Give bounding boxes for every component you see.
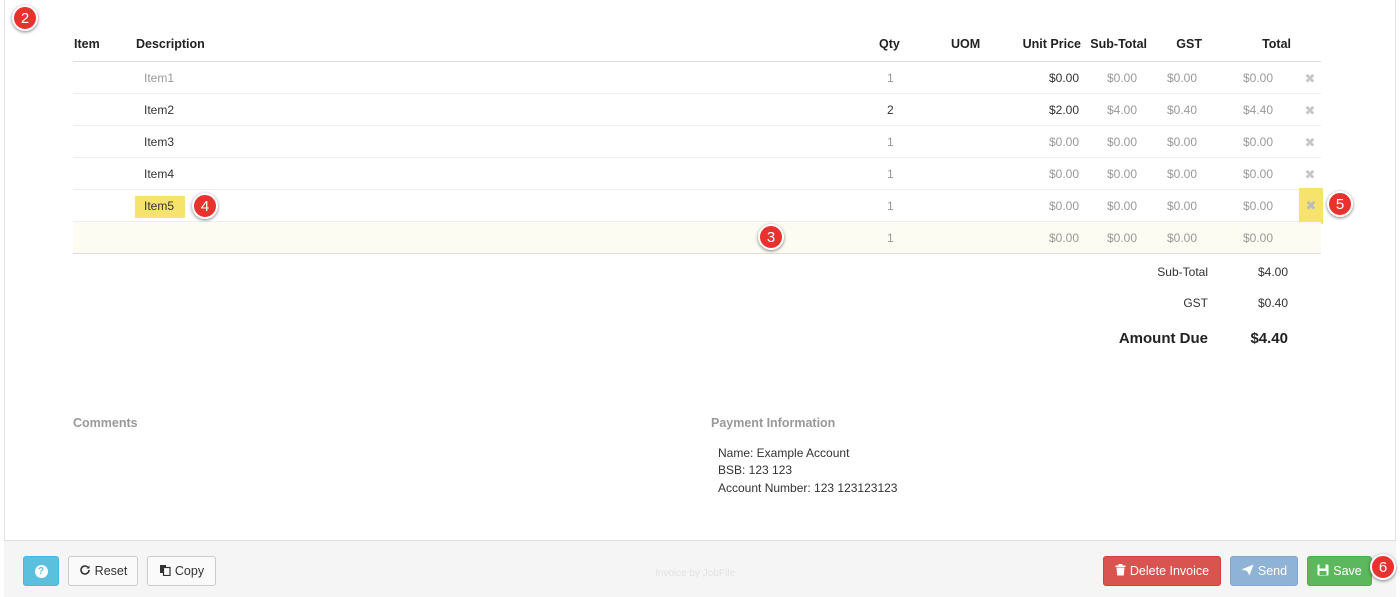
gst-value: $0.00 xyxy=(1166,167,1197,181)
column-header-uom: UOM xyxy=(951,37,981,51)
column-header-sub-total: Sub-Total xyxy=(1090,37,1147,51)
unit-price-field[interactable]: $2.00 xyxy=(1049,103,1079,117)
callout-5: 5 xyxy=(1327,191,1353,217)
description-field[interactable]: Item3 xyxy=(144,135,174,149)
total-value: $0.00 xyxy=(1242,167,1273,181)
copy-label: Copy xyxy=(174,564,205,578)
save-icon xyxy=(1317,564,1329,578)
sub-total-value: $0.00 xyxy=(1106,231,1137,245)
callout-4: 4 xyxy=(192,193,218,219)
gst-amount: $0.40 xyxy=(1257,296,1288,310)
copy-button[interactable]: Copy xyxy=(147,556,216,586)
refresh-icon xyxy=(79,564,91,578)
help-icon: ? xyxy=(34,564,48,578)
totals-amount-due: Amount Due $4.40 xyxy=(1050,320,1300,360)
qty-field[interactable]: 1 xyxy=(887,231,894,245)
callout-2: 2 xyxy=(12,5,38,31)
description-field[interactable]: Item1 xyxy=(144,71,174,85)
unit-price-field[interactable]: $0.00 xyxy=(1049,135,1079,149)
gst-value: $0.40 xyxy=(1166,103,1197,117)
column-header-qty: Qty xyxy=(879,37,900,51)
new-line-row[interactable]: 3 1 $0.00 $0.00 $0.00 $0.00 xyxy=(73,222,1321,254)
gst-value: $0.00 xyxy=(1166,231,1197,245)
callout-3: 3 xyxy=(758,224,784,250)
sub-total-value: $0.00 xyxy=(1106,135,1137,149)
column-header-gst: GST xyxy=(1176,37,1202,51)
copy-icon xyxy=(159,564,171,578)
totals-block: Sub-Total $4.00 GST $0.40 Amount Due $4.… xyxy=(1050,258,1300,360)
payment-heading: Payment Information xyxy=(711,416,836,430)
delete-invoice-button[interactable]: Delete Invoice xyxy=(1103,556,1221,586)
payment-bsb: BSB: 123 123 xyxy=(718,463,793,477)
help-button[interactable]: ? xyxy=(23,556,59,586)
totals-gst: GST $0.40 xyxy=(1050,289,1300,320)
table-header: Item Description Qty UOM Unit Price Sub-… xyxy=(73,28,1321,62)
qty-field[interactable]: 1 xyxy=(887,199,894,213)
send-label: Send xyxy=(1257,564,1288,578)
description-field-highlighted[interactable]: Item5 xyxy=(135,196,185,218)
table-row[interactable]: Item1 1 $0.00 $0.00 $0.00 $0.00 ✖ xyxy=(73,62,1321,94)
total-value: $4.40 xyxy=(1242,103,1273,117)
sub-total-value: $4.00 xyxy=(1106,103,1137,117)
send-button[interactable]: Send xyxy=(1230,556,1298,586)
total-value: $0.00 xyxy=(1242,199,1273,213)
gst-value: $0.00 xyxy=(1166,135,1197,149)
callout-6: 6 xyxy=(1370,554,1396,580)
description-field[interactable]: Item2 xyxy=(144,103,174,117)
description-field[interactable]: Item4 xyxy=(144,167,174,181)
column-header-description: Description xyxy=(136,37,205,51)
table-row[interactable]: Item2 2 $2.00 $4.00 $0.40 $4.40 ✖ xyxy=(73,94,1321,126)
table-row[interactable]: Item4 1 $0.00 $0.00 $0.00 $0.00 ✖ xyxy=(73,158,1321,190)
unit-price-field[interactable]: $0.00 xyxy=(1049,199,1079,213)
qty-field[interactable]: 1 xyxy=(887,71,894,85)
unit-price-field[interactable]: $0.00 xyxy=(1049,167,1079,181)
gst-label: GST xyxy=(1183,296,1208,310)
trash-icon xyxy=(1115,564,1126,578)
qty-field[interactable]: 1 xyxy=(887,167,894,181)
delete-invoice-label: Delete Invoice xyxy=(1129,564,1210,578)
total-value: $0.00 xyxy=(1242,135,1273,149)
column-header-item: Item xyxy=(74,37,100,51)
save-button[interactable]: Save xyxy=(1307,556,1372,586)
payment-name: Name: Example Account xyxy=(718,446,850,460)
payment-account-number: Account Number: 123 123123123 xyxy=(718,481,898,495)
totals-sub-total: Sub-Total $4.00 xyxy=(1050,258,1300,289)
sub-total-value: $0.00 xyxy=(1106,167,1137,181)
column-header-unit-price: Unit Price xyxy=(1022,37,1081,51)
remove-icon[interactable]: ✖ xyxy=(1302,135,1318,151)
sub-total-value: $0.00 xyxy=(1106,199,1137,213)
footer-credit: Invoice by JobFile xyxy=(655,568,736,579)
qty-field[interactable]: 1 xyxy=(887,135,894,149)
table-row[interactable]: Item3 1 $0.00 $0.00 $0.00 $0.00 ✖ xyxy=(73,126,1321,158)
remove-icon[interactable]: ✖ xyxy=(1302,103,1318,119)
line-items-table: Item Description Qty UOM Unit Price Sub-… xyxy=(73,28,1353,254)
sub-total-label: Sub-Total xyxy=(1157,265,1208,279)
footer-toolbar: ? Reset Copy Invoice by JobFile Delete I… xyxy=(4,540,1396,597)
remove-icon[interactable]: ✖ xyxy=(1302,71,1318,87)
sub-total-value: $0.00 xyxy=(1106,71,1137,85)
remove-icon[interactable]: ✖ xyxy=(1302,167,1318,183)
sub-total-amount: $4.00 xyxy=(1257,265,1288,279)
comments-heading: Comments xyxy=(73,416,138,430)
qty-field[interactable]: 2 xyxy=(887,103,894,117)
reset-label: Reset xyxy=(94,564,128,578)
total-value: $0.00 xyxy=(1242,231,1273,245)
table-row[interactable]: Item5 4 1 $0.00 $0.00 $0.00 $0.00 ✖ 5 xyxy=(73,188,1353,224)
amount-due-label: Amount Due xyxy=(1118,330,1208,347)
total-value: $0.00 xyxy=(1242,71,1273,85)
reset-button[interactable]: Reset xyxy=(68,556,138,586)
column-header-total: Total xyxy=(1262,37,1291,51)
gst-value: $0.00 xyxy=(1166,71,1197,85)
amount-due-value: $4.40 xyxy=(1250,330,1288,347)
unit-price-field[interactable]: $0.00 xyxy=(1049,71,1079,85)
unit-price-field[interactable]: $0.00 xyxy=(1049,231,1079,245)
save-label: Save xyxy=(1333,564,1362,578)
remove-icon-highlighted[interactable]: ✖ xyxy=(1299,188,1323,224)
gst-value: $0.00 xyxy=(1166,199,1197,213)
send-icon xyxy=(1241,564,1254,578)
